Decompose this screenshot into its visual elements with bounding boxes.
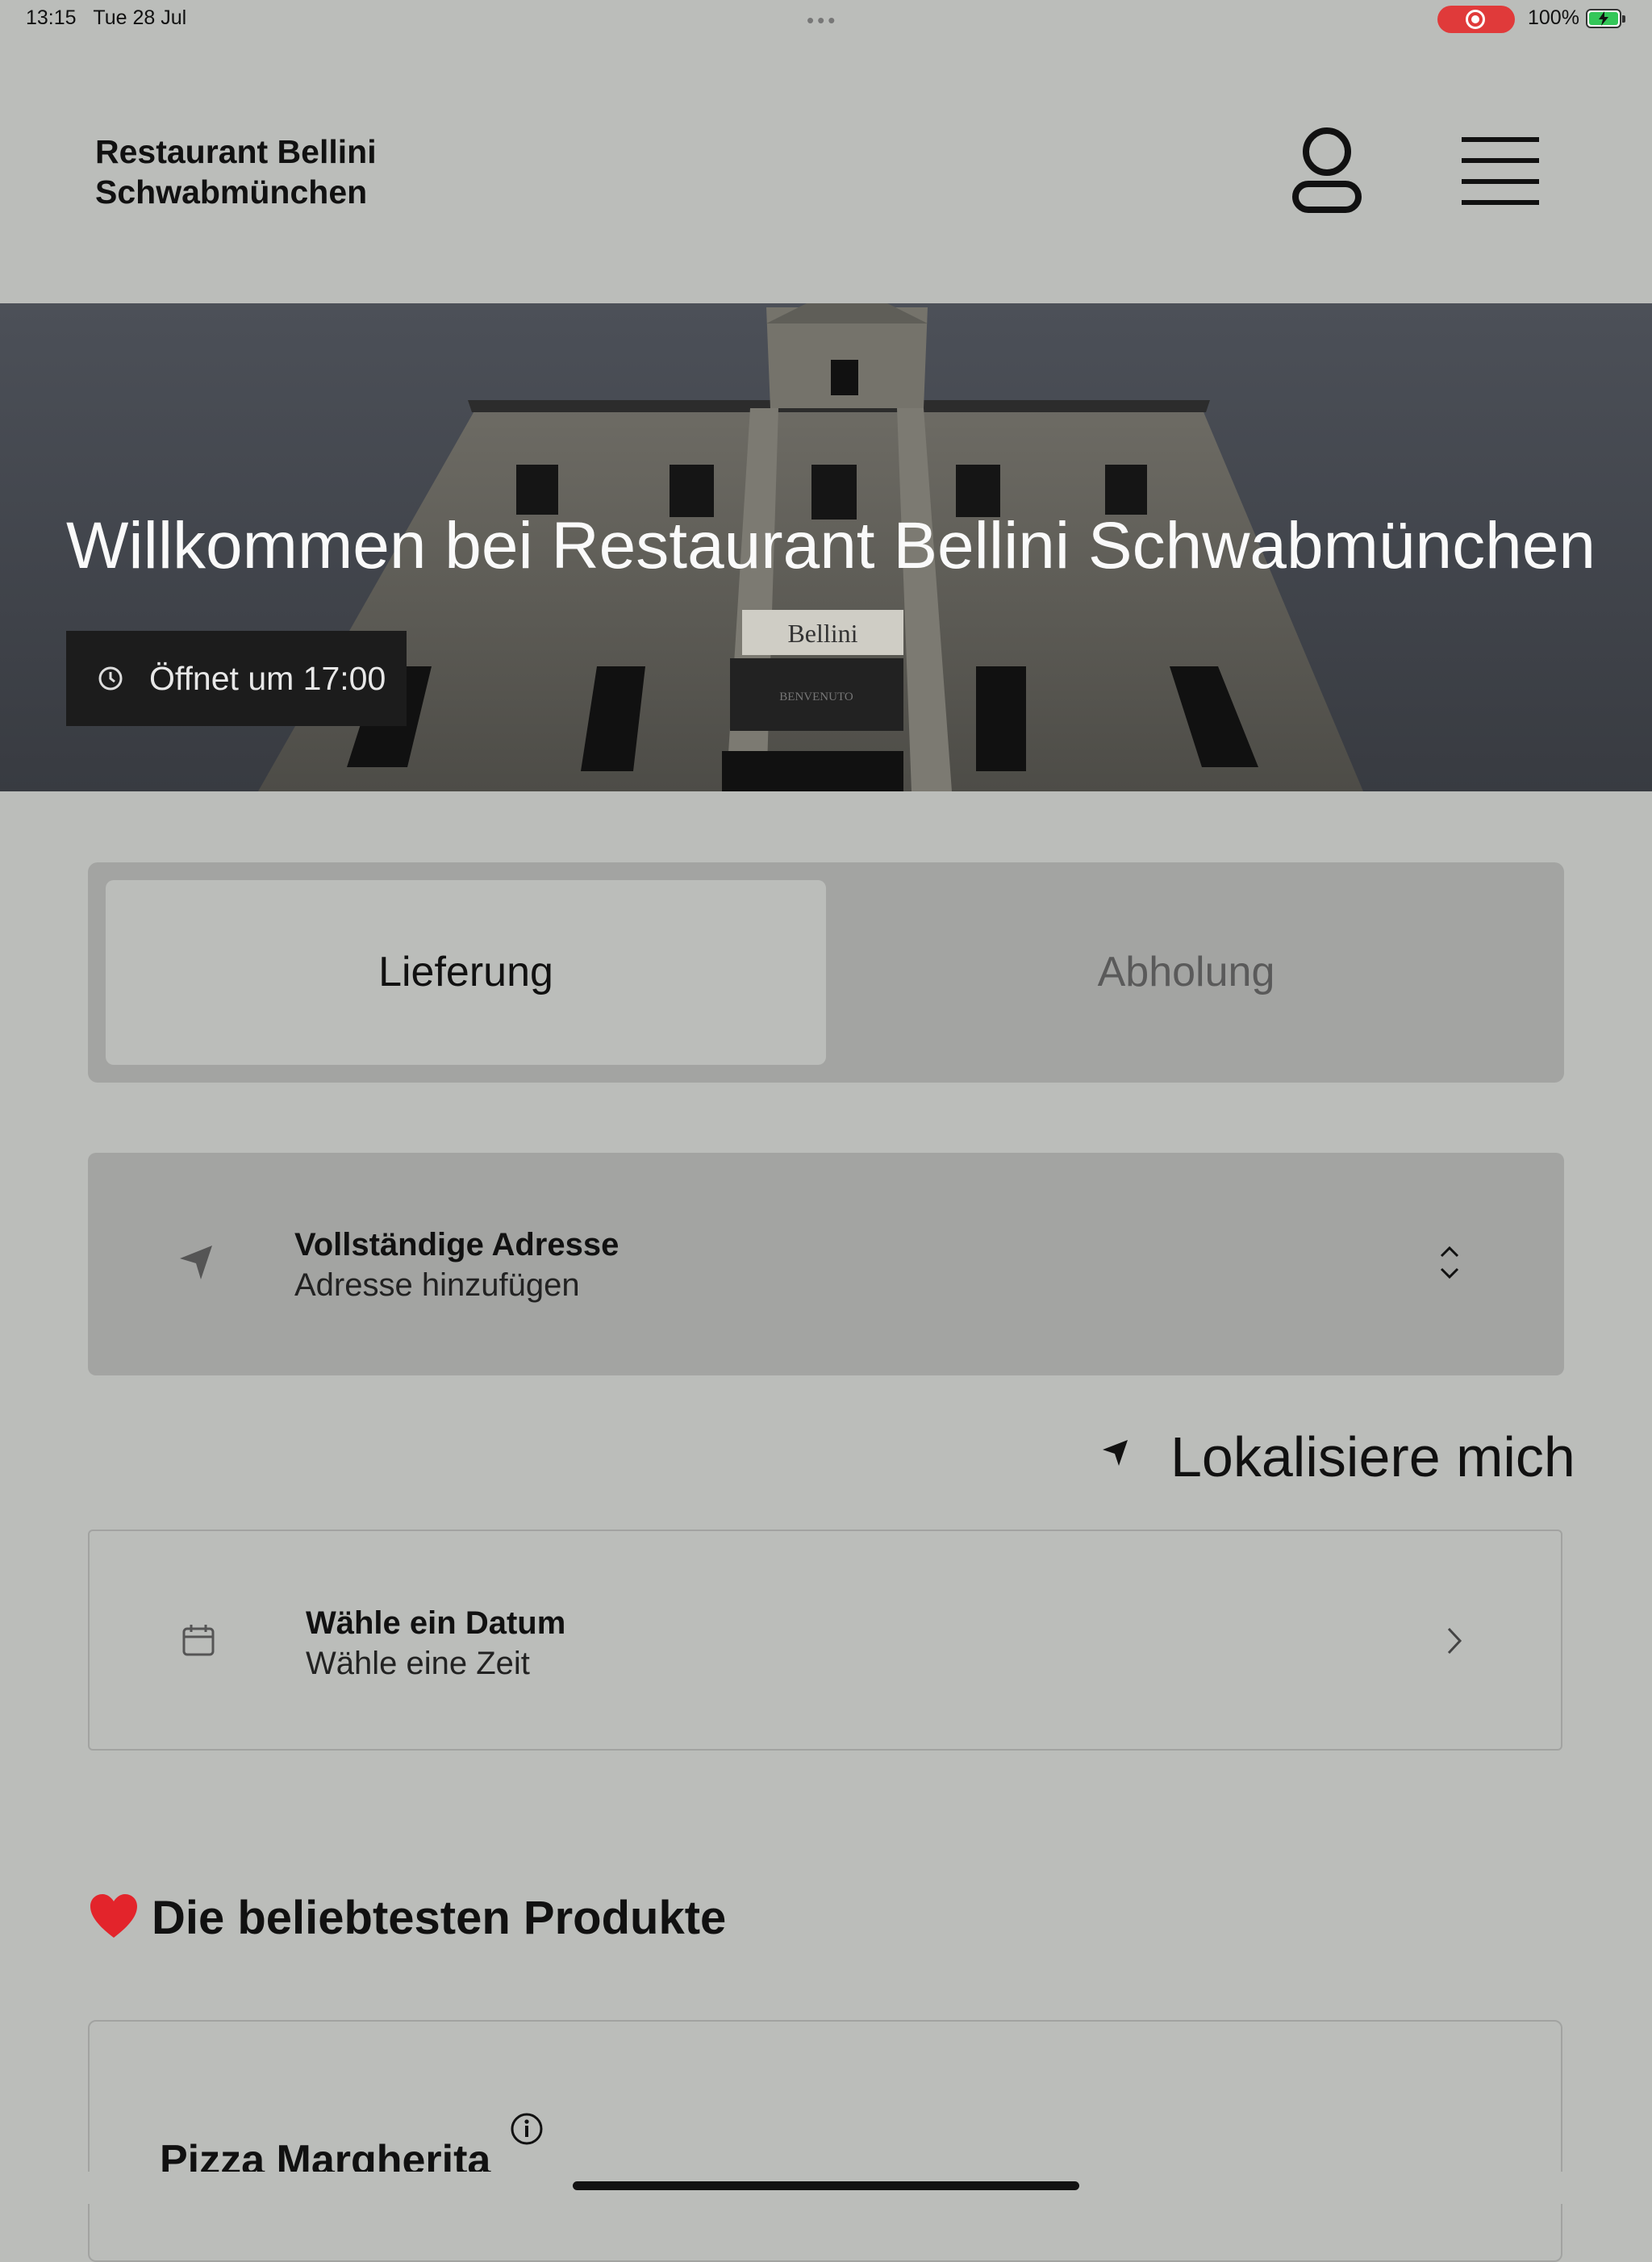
locate-me-label: Lokalisiere mich — [1170, 1425, 1575, 1488]
opening-time-text: Öffnet um 17:00 — [149, 660, 386, 697]
chevron-right-icon — [1447, 1627, 1462, 1655]
status-bar-clock: 13:15 Tue 28 Jul — [26, 6, 187, 29]
popular-products-heading: Die beliebtesten Produkte — [152, 1892, 727, 1944]
time-subtitle: Wähle eine Zeit — [306, 1646, 530, 1681]
date-title: Wähle ein Datum — [306, 1605, 566, 1641]
home-indicator[interactable] — [573, 2181, 1079, 2190]
battery-icon — [1586, 9, 1625, 28]
date-time-selector[interactable]: Wähle ein Datum Wähle eine Zeit — [88, 1530, 1562, 1751]
screen-recording-icon[interactable] — [1437, 6, 1515, 33]
svg-text:Bellini: Bellini — [787, 619, 857, 648]
profile-button[interactable] — [1283, 123, 1371, 219]
address-title: Vollständige Adresse — [294, 1227, 620, 1262]
welcome-heading: Willkommen bei Restaurant Bellini Schwab… — [66, 509, 1596, 582]
hamburger-menu-icon — [1462, 137, 1539, 205]
menu-button[interactable] — [1460, 136, 1541, 208]
opening-time-badge: Öffnet um 17:00 — [66, 631, 407, 726]
svg-text:BENVENUTO: BENVENUTO — [779, 691, 853, 703]
restaurant-name[interactable]: Restaurant Bellini Schwabmünchen — [95, 131, 377, 212]
user-icon — [1292, 127, 1362, 213]
tab-delivery[interactable]: Lieferung — [106, 880, 826, 1065]
tab-pickup[interactable]: Abholung — [826, 880, 1546, 1065]
address-selector[interactable]: Vollständige Adresse Adresse hinzufügen — [88, 1153, 1564, 1375]
location-arrow-icon — [1103, 1440, 1128, 1466]
info-icon[interactable] — [510, 2112, 544, 2150]
battery-percentage: 100% — [1528, 6, 1579, 29]
chevron-up-down-icon — [1440, 1246, 1459, 1279]
address-subtitle: Adresse hinzufügen — [294, 1267, 580, 1303]
multitasking-dots-icon[interactable]: ••• — [807, 8, 838, 33]
location-arrow-icon — [180, 1246, 212, 1279]
clock-icon — [98, 666, 123, 691]
heart-icon — [89, 1893, 139, 1945]
calendar-icon — [182, 1625, 215, 1656]
